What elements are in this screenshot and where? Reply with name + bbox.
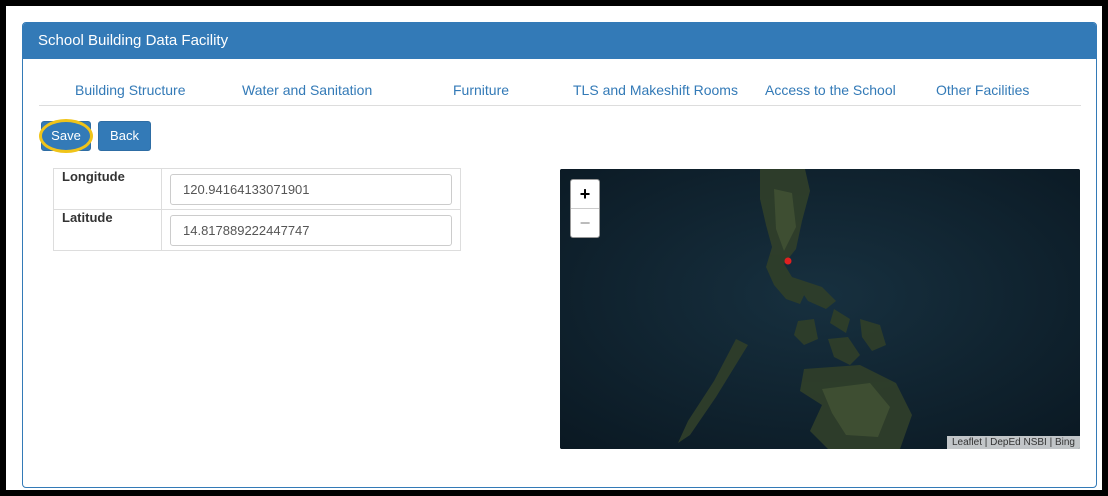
- tab-water-sanitation[interactable]: Water and Sanitation: [242, 75, 372, 105]
- location-marker[interactable]: [784, 257, 792, 265]
- map-imagery: [560, 169, 1080, 449]
- longitude-input[interactable]: [170, 173, 452, 205]
- latitude-input[interactable]: [170, 214, 452, 246]
- zoom-out-button[interactable]: −: [571, 208, 599, 237]
- tab-access-to-school[interactable]: Access to the School: [765, 75, 896, 105]
- panel-title: School Building Data Facility: [23, 23, 1096, 59]
- longitude-label: Longitude: [53, 168, 162, 210]
- tab-other-facilities[interactable]: Other Facilities: [936, 75, 1029, 105]
- tab-building-structure[interactable]: Building Structure: [75, 75, 186, 105]
- tab-tls-makeshift-rooms[interactable]: TLS and Makeshift Rooms: [573, 75, 738, 105]
- back-button[interactable]: Back: [98, 121, 151, 151]
- map-attribution: Leaflet | DepEd NSBI | Bing: [946, 436, 1080, 449]
- longitude-row: Longitude: [53, 168, 461, 210]
- school-building-panel: School Building Data Facility Building S…: [22, 22, 1097, 488]
- coordinates-table: Longitude Latitude: [53, 168, 461, 251]
- facility-tabs: Building Structure Water and Sanitation …: [39, 75, 1081, 106]
- tab-furniture[interactable]: Furniture: [453, 75, 509, 105]
- zoom-in-button[interactable]: +: [571, 180, 599, 208]
- zoom-control: + −: [570, 179, 600, 238]
- save-button[interactable]: Save: [41, 121, 91, 151]
- latitude-label: Latitude: [53, 209, 162, 251]
- satellite-map[interactable]: + − Leaflet | DepEd NSBI | Bing: [560, 169, 1080, 449]
- latitude-row: Latitude: [53, 209, 461, 251]
